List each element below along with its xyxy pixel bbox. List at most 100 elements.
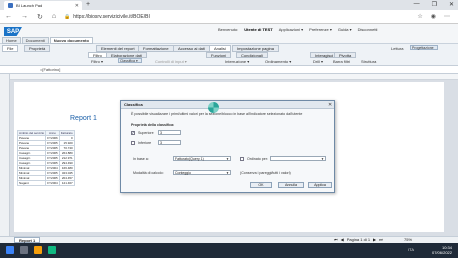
explorer-icon[interactable]: [34, 246, 42, 254]
start-icon[interactable]: [6, 246, 14, 254]
bottom-count-input[interactable]: 3: [158, 140, 181, 145]
filter-button[interactable]: Filtro ▾: [88, 58, 106, 65]
filter-bar-button[interactable]: Barra filtri: [330, 58, 353, 65]
cell[interactable]: FY2005: [45, 145, 60, 151]
cell[interactable]: 204.457: [58, 175, 75, 181]
report-title[interactable]: Report 1: [70, 115, 97, 122]
pager: ⏮ ◀ Pagina 1 di 1 ▶ ⏭: [334, 237, 383, 242]
help-link[interactable]: Guida ▾: [338, 27, 352, 32]
ribbon-tab-analysis[interactable]: Analisi: [209, 45, 231, 52]
next-page-icon[interactable]: ▶: [373, 237, 376, 242]
applications-link[interactable]: Applicazioni ▾: [279, 27, 303, 32]
break-button[interactable]: Interruzione ▾: [222, 58, 252, 65]
preferences-link[interactable]: Preferenze ▾: [309, 27, 332, 32]
home-icon[interactable]: ⌂: [52, 13, 56, 21]
cell[interactable]: Nagant: [16, 180, 47, 186]
outline-button[interactable]: Struttura: [358, 58, 379, 65]
report-table: Ambito del servizio Anno Fatturato Pavan…: [16, 130, 75, 186]
ribbon-tab-page-setup[interactable]: Impostazione pagina: [232, 45, 279, 52]
tab-documents[interactable]: Documenti: [21, 37, 49, 44]
minimize-button[interactable]: —: [414, 1, 420, 8]
cell[interactable]: 166.480: [58, 165, 75, 171]
side-panel: [0, 74, 10, 236]
col-header[interactable]: Fatturato: [58, 130, 75, 136]
dialog-close-icon[interactable]: ✕: [328, 102, 332, 108]
cell[interactable]: 323.045: [58, 170, 75, 176]
ribbon-tab-data-access[interactable]: Accesso ai dati: [173, 45, 210, 52]
cell[interactable]: FY2005: [45, 170, 60, 176]
forward-icon[interactable]: →: [21, 13, 28, 21]
cell[interactable]: 121.467: [58, 180, 75, 186]
edge-icon[interactable]: [48, 246, 56, 254]
cell[interactable]: 294.490: [58, 160, 75, 166]
cell[interactable]: 264.880: [58, 150, 75, 156]
back-icon[interactable]: ←: [5, 13, 12, 21]
drill-button[interactable]: Drill ▾: [310, 58, 326, 65]
sorted-by-select[interactable]: ▼: [270, 156, 326, 161]
ribbon-tab-properties[interactable]: Proprietà: [24, 45, 51, 52]
profile-icon[interactable]: ◉: [431, 13, 436, 20]
col-header[interactable]: Ambito del servizio: [16, 130, 47, 136]
bottom-label: Inferiore: [138, 141, 152, 145]
cell[interactable]: FY2004: [45, 165, 60, 171]
home-tabs: Home Documenti Nuovo documento: [2, 37, 93, 44]
chevron-down-icon: ▼: [226, 170, 229, 175]
ties-remark: (Conserva i pareggi/tutti i valori): [240, 171, 291, 175]
clock[interactable]: 10:34 07/06/2022: [432, 245, 452, 255]
apply-button[interactable]: Applica: [308, 182, 332, 188]
cancel-button[interactable]: Annulla: [278, 182, 304, 188]
cell[interactable]: FY2005: [45, 140, 60, 146]
formula-text[interactable]: =[Fattorino]: [40, 67, 60, 72]
calc-mode-select[interactable]: Conteggio ▼: [173, 170, 231, 175]
dialog-title[interactable]: Classifica: [121, 101, 334, 109]
browser-tab[interactable]: BI Launch Pad ✕: [4, 1, 82, 10]
ribbon-tab-formatting[interactable]: Formattazione: [138, 45, 174, 52]
last-page-icon[interactable]: ⏭: [379, 237, 383, 242]
favorites-icon[interactable]: ☆: [417, 13, 422, 20]
tab-new-document[interactable]: Nuovo documento: [49, 37, 93, 44]
sorted-by-label: Ordinato per:: [247, 157, 268, 161]
tray-language[interactable]: ITA: [408, 247, 414, 252]
menu-icon[interactable]: ⋯: [444, 13, 450, 20]
table-row[interactable]: Nagant FY2004 121.467: [16, 180, 75, 186]
chevron-down-icon: ▼: [226, 156, 229, 161]
calc-mode-value: Conteggio: [175, 170, 191, 175]
cell[interactable]: FY2005: [45, 155, 60, 161]
cell[interactable]: FY2005: [45, 150, 60, 156]
logout-link[interactable]: Disconnetti: [358, 27, 378, 32]
zoom-level[interactable]: 75%: [404, 237, 412, 242]
prev-page-icon[interactable]: ◀: [341, 237, 344, 242]
based-on-value: Fatturato(Query 1): [175, 156, 204, 161]
close-window-button[interactable]: ✕: [449, 1, 454, 8]
status-bar: [0, 236, 458, 243]
bottom-checkbox[interactable]: [131, 141, 135, 145]
ranking-button[interactable]: Classifica ▾: [118, 58, 142, 63]
ribbon-tab-report-elements[interactable]: Elementi del report: [96, 45, 140, 52]
design-mode-button[interactable]: Progettazione: [410, 45, 438, 50]
welcome-bar: Benvenuto: Utente di TEST Applicazioni ▾…: [218, 27, 377, 32]
reading-mode-button[interactable]: Lettura: [388, 45, 406, 52]
cell[interactable]: FY2004: [45, 180, 60, 186]
tab-home[interactable]: Home: [2, 37, 21, 44]
top-checkbox[interactable]: [131, 130, 135, 135]
top-count-input[interactable]: 3: [158, 130, 181, 135]
new-tab-button[interactable]: +: [86, 1, 90, 8]
cell[interactable]: FY2005: [45, 160, 60, 166]
cell[interactable]: 212.971: [58, 155, 75, 161]
ok-button[interactable]: OK: [250, 182, 272, 188]
cell[interactable]: FY2006: [45, 135, 60, 141]
first-page-icon[interactable]: ⏮: [334, 237, 338, 242]
cell[interactable]: FY2005: [45, 175, 60, 181]
browser-toolbar-icons: ☆ ◉ ⋯: [417, 13, 450, 20]
ranking-properties-label: Proprietà della classifica:: [131, 123, 175, 127]
reload-icon[interactable]: ↻: [37, 13, 43, 21]
sort-button[interactable]: Ordinamento ▾: [262, 58, 294, 65]
close-tab-icon[interactable]: ✕: [75, 3, 79, 9]
ribbon-tab-file[interactable]: File: [2, 45, 19, 52]
maximize-button[interactable]: ❐: [432, 1, 437, 8]
sorted-by-checkbox[interactable]: [240, 157, 244, 161]
search-icon[interactable]: [20, 246, 28, 254]
url-field[interactable]: 🔒 https://biosrv.servizicivile.it/BOE/BI: [64, 13, 384, 21]
input-controls-button[interactable]: Controlli di input ▾: [152, 58, 190, 65]
based-on-select[interactable]: Fatturato(Query 1) ▼: [173, 156, 231, 161]
